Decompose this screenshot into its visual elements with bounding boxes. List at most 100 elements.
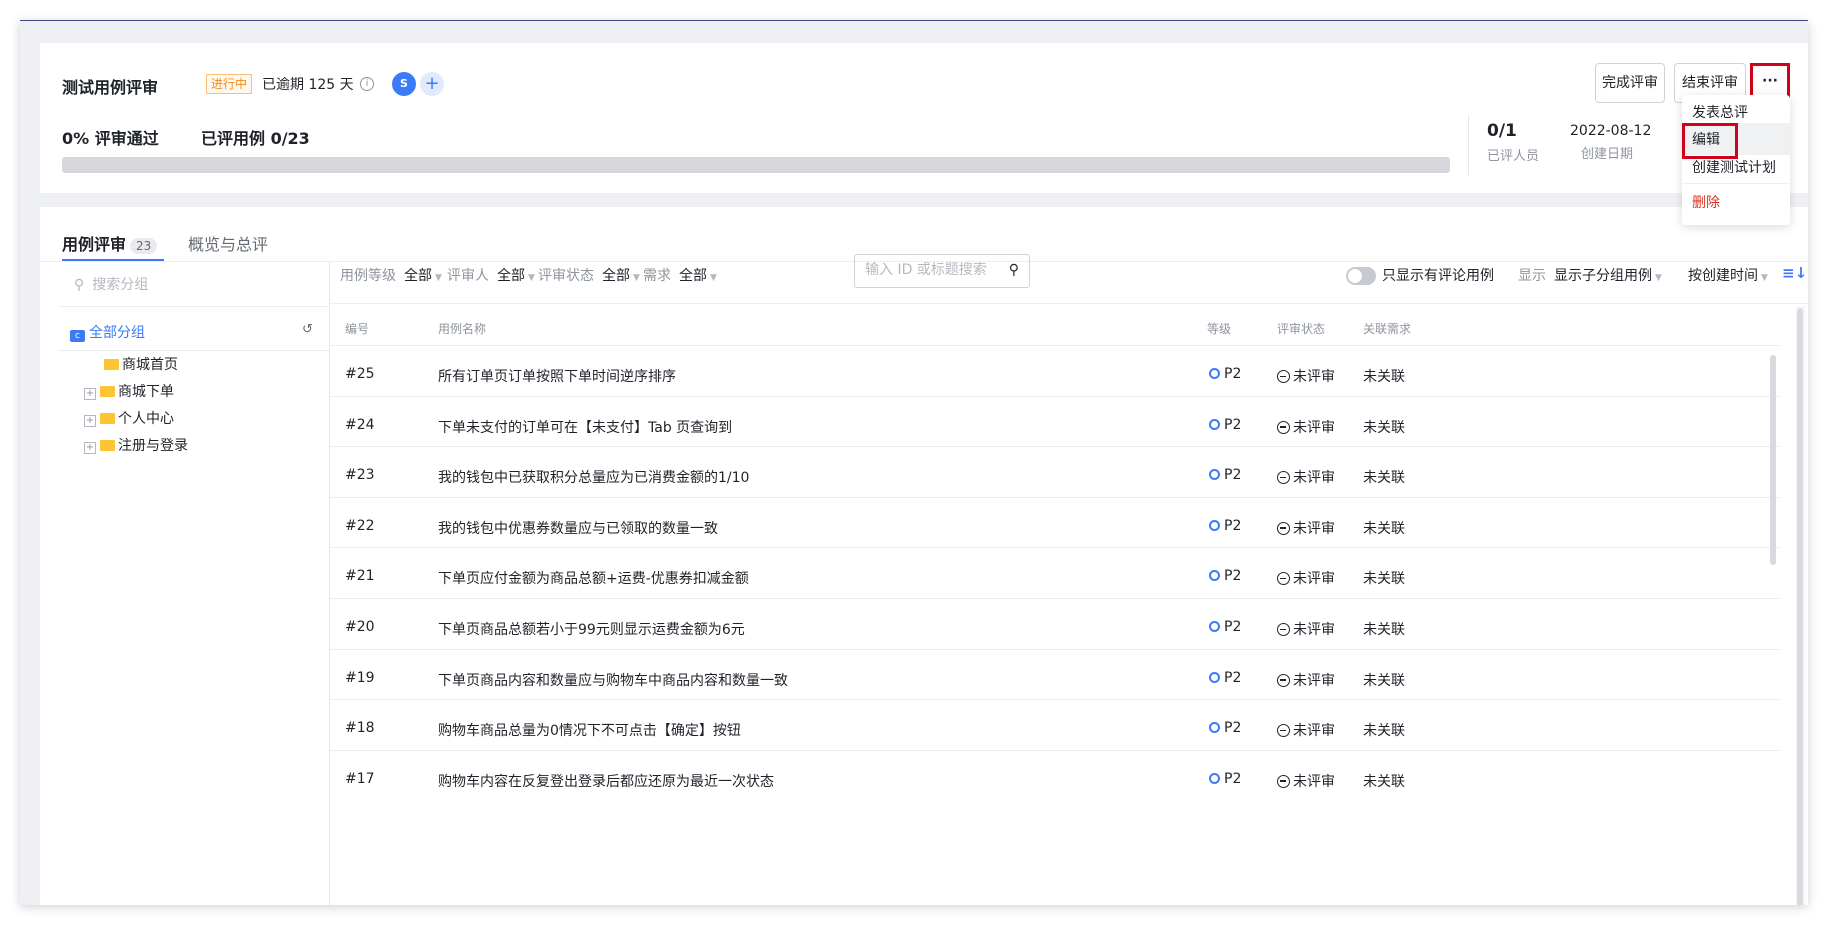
review-status: 未评审 [1277,568,1335,588]
not-reviewed-icon [1277,673,1290,687]
folder-icon [100,386,115,397]
review-status: 未评审 [1277,467,1335,487]
expand-icon[interactable]: + [84,388,96,400]
group-search-input[interactable]: ⚲ 搜索分组 [74,274,148,294]
case-id: #19 [345,669,375,686]
review-status: 未评审 [1277,619,1335,639]
case-level: P2 [1209,568,1241,584]
chevron-down-icon: ▼ [435,273,442,283]
chevron-down-icon: ▼ [528,273,535,283]
menu-item-publish-summary[interactable]: 发表总评 [1692,102,1748,122]
filter-reviewer[interactable]: 评审人 全部 ▼ [447,265,535,285]
menu-item-create-test-plan[interactable]: 创建测试计划 [1692,157,1776,177]
page-title: 测试用例评审 [62,78,159,97]
not-reviewed-icon [1277,572,1290,586]
sidebar-item-personal-center[interactable]: + 个人中心 [84,408,174,428]
not-reviewed-icon [1277,420,1290,434]
case-id: #25 [345,366,375,382]
table-scrollbar[interactable] [1770,355,1776,565]
sidebar-item-mall-home[interactable]: 商城首页 [104,354,178,374]
created-date: 2022-08-12 [1570,123,1652,139]
case-search-input[interactable] [865,262,995,278]
case-name[interactable]: 下单页商品内容和数量应与购物车中商品内容和数量一致 [438,670,788,690]
case-count-badge: 23 [130,238,158,254]
pass-rate: 0% 评审通过 [62,129,159,148]
divider [1468,115,1469,175]
filter-case-level[interactable]: 用例等级 全部 ▼ [340,265,442,285]
display-mode-select[interactable]: 显示 显示子分组用例 ▼ [1518,265,1662,285]
case-id: #17 [345,770,375,787]
filter-review-status[interactable]: 评审状态 全部 ▼ [538,265,640,285]
case-id: #24 [345,416,375,433]
priority-icon [1209,368,1220,379]
linked-requirement: 未关联 [1363,622,1405,638]
not-reviewed-icon [1277,724,1290,738]
chevron-down-icon: ▼ [633,273,640,283]
avatar[interactable]: S [392,72,416,96]
info-icon[interactable]: i [360,77,374,91]
folder-icon: c [70,330,85,342]
expand-icon[interactable]: + [84,442,96,454]
case-name[interactable]: 下单页商品总额若小于99元则显示运费金额为6元 [438,619,745,639]
tab-case-review[interactable]: 用例评审 23 [62,231,158,255]
case-level: P2 [1209,417,1241,433]
search-icon: ⚲ [74,277,85,293]
table-row[interactable]: #17 购物车内容在反复登出登录后都应还原为最近一次状态 P2 未评审 未关联 [330,749,1780,809]
linked-requirement: 未关联 [1363,672,1405,689]
add-member-button[interactable]: + [420,72,444,96]
more-actions-menu: 发表总评 编辑 创建测试计划 删除 [1682,95,1790,225]
created-label: 创建日期 [1581,147,1634,162]
case-level: P2 [1209,771,1241,787]
review-status: 未评审 [1277,366,1335,386]
review-status: 未评审 [1277,670,1335,690]
case-name[interactable]: 所有订单页订单按照下单时间逆序排序 [438,366,676,386]
sidebar-item-all-groups[interactable]: c 全部分组 [70,322,145,342]
column-header-level: 等级 [1207,322,1232,336]
not-reviewed-icon [1277,471,1290,485]
case-level: P2 [1209,670,1241,686]
divider [58,306,330,307]
review-progress-bar [62,157,1450,173]
case-id: #20 [345,619,375,635]
priority-icon [1209,519,1220,531]
expand-icon[interactable]: + [84,415,96,427]
case-name[interactable]: 我的钱包中已获取积分总量应为已消费金额的1/10 [438,467,749,487]
folder-icon [100,413,115,424]
linked-requirement: 未关联 [1363,723,1405,740]
only-comments-label: 只显示有评论用例 [1382,268,1494,284]
case-name[interactable]: 我的钱包中优惠券数量应与已领取的数量一致 [438,518,718,538]
linked-requirement: 未关联 [1363,571,1405,588]
case-name[interactable]: 购物车商品总量为0情况下不可点击【确定】按钮 [438,720,741,740]
case-id: #22 [345,517,375,534]
linked-requirement: 未关联 [1363,470,1405,487]
case-name[interactable]: 购物车内容在反复登出登录后都应还原为最近一次状态 [438,771,774,791]
column-header-name: 用例名称 [438,322,487,336]
filter-requirement[interactable]: 需求 全部 ▼ [643,265,717,285]
sort-order-icon[interactable]: ≡↓ [1782,264,1807,282]
sidebar-item-mall-order[interactable]: + 商城下单 [84,381,174,401]
search-icon[interactable]: ⚲ [1009,262,1019,278]
case-level: P2 [1209,467,1241,483]
edit-highlight-box [1682,123,1738,159]
sidebar-item-register-login[interactable]: + 注册与登录 [84,435,188,455]
case-review-panel: 用例评审 23 概览与总评 ⚲ 搜索分组 c 全部分组 ↺ 商城首页 + 商城下单 + 个… [40,207,1808,905]
menu-item-delete[interactable]: 删除 [1692,192,1720,212]
collapse-tree-icon[interactable]: ↺ [302,322,313,337]
linked-requirement: 未关联 [1363,419,1405,436]
complete-review-button[interactable]: 完成评审 [1595,63,1665,103]
folder-icon [104,359,119,370]
only-comments-toggle[interactable] [1346,267,1376,285]
sort-select[interactable]: 按创建时间 ▼ [1688,265,1768,285]
page-scrollbar[interactable] [1797,308,1803,905]
reviewed-cases: 已评用例 0/23 [201,129,310,148]
priority-icon [1209,722,1220,734]
review-header: 测试用例评审 进行中 已逾期 125 天 i S + 0% 评审通过 已评用例 … [40,43,1808,193]
reviewers-label: 已评人员 [1487,149,1540,164]
priority-icon [1209,469,1220,481]
case-level: P2 [1209,518,1241,534]
tab-overview[interactable]: 概览与总评 [188,231,268,255]
review-status: 未评审 [1277,771,1335,791]
case-name[interactable]: 下单页应付金额为商品总额+运费-优惠券扣减金额 [438,568,749,588]
case-name[interactable]: 下单未支付的订单可在【未支付】Tab 页查询到 [438,417,732,437]
folder-icon [100,440,115,451]
